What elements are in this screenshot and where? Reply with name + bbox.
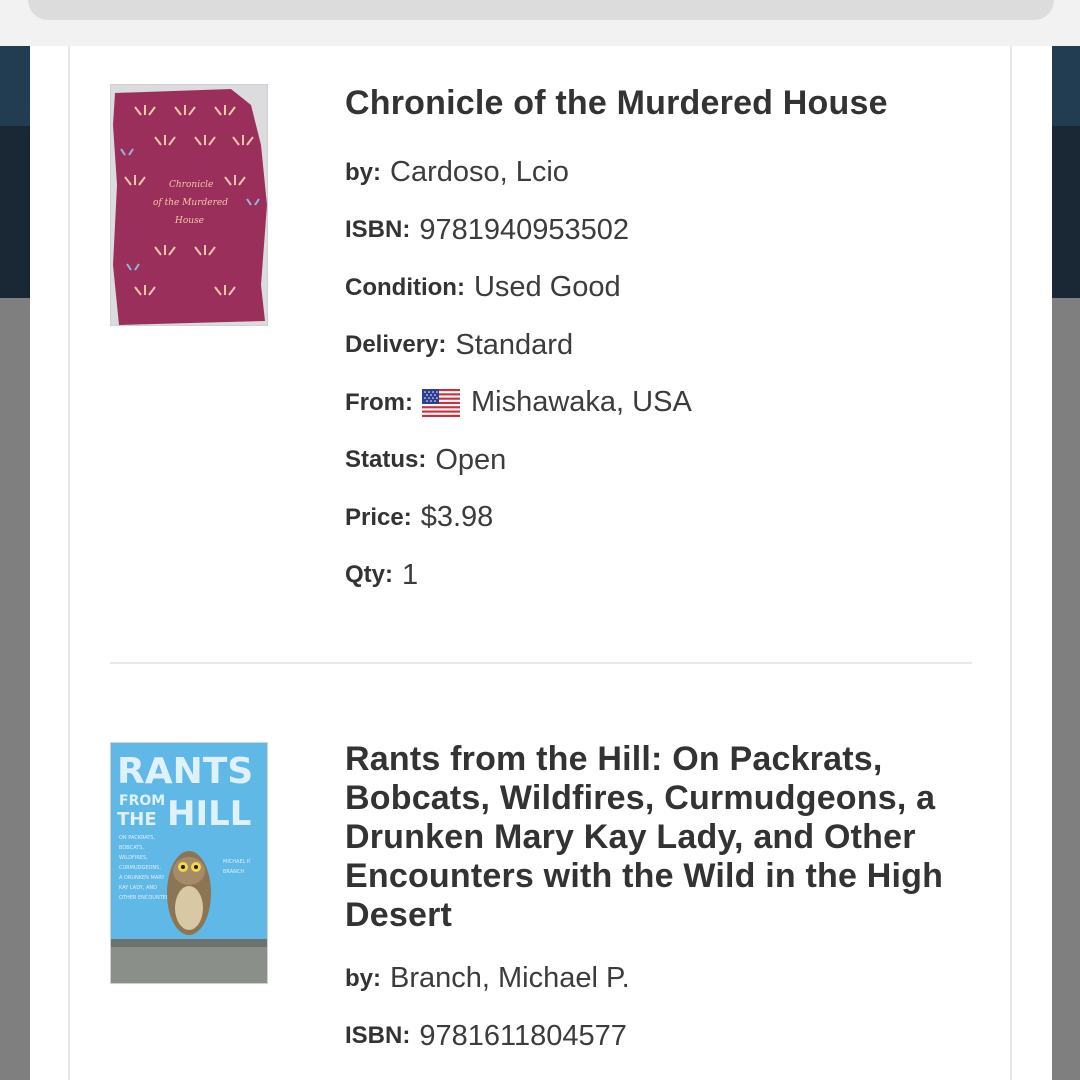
delivery-label: Delivery: [345,331,447,359]
price-row: Price: $3.98 [345,489,985,547]
order-list: Chronicle of the Murdered House Chronicl… [68,46,1012,1080]
cover-rants-art: RANTS FROM THE HILL ON PACKRATS, BOBCATS… [111,743,267,983]
order-details-modal: Chronicle of the Murdered House Chronicl… [30,46,1052,1080]
from-row: From: Mishawaka, USA [345,374,985,432]
svg-text:BRANCH: BRANCH [223,869,244,875]
order-details: Rants from the Hill: On Packrats, Bobcat… [345,740,985,1065]
svg-text:HILL: HILL [167,794,251,834]
condition-value: Used Good [473,271,621,304]
item-divider [110,662,972,664]
status-row: Status: Open [345,432,985,490]
isbn-row: ISBN: 9781611804577 [345,1008,985,1066]
author-label: by: [345,964,381,992]
author-label: by: [345,158,381,186]
book-cover-image[interactable]: RANTS FROM THE HILL ON PACKRATS, BOBCATS… [110,742,268,984]
author-row: by: Branch, Michael P. [345,950,985,1008]
isbn-label: ISBN: [345,1022,411,1050]
svg-text:RANTS: RANTS [117,751,253,792]
from-value: Mishawaka, USA [471,386,692,419]
svg-text:BOBCATS,: BOBCATS, [119,845,144,851]
qty-row: Qty: 1 [345,547,985,605]
status-value: Open [435,443,507,476]
author-value: Branch, Michael P. [390,962,630,995]
author-row: by: Cardoso, Lcio [345,144,985,202]
book-title-link[interactable]: Chronicle of the Murdered House [345,84,985,123]
author-value: Cardoso, Lcio [390,156,569,189]
svg-text:FROM: FROM [119,793,165,809]
isbn-value: 9781611804577 [419,1019,627,1052]
book-title-link[interactable]: Rants from the Hill: On Packrats, Bobcat… [345,740,985,935]
isbn-row: ISBN: 9781940953502 [345,202,985,260]
svg-text:ON PACKRATS,: ON PACKRATS, [119,835,156,841]
svg-text:of the Murdered: of the Murdered [153,198,228,208]
isbn-label: ISBN: [345,216,411,244]
price-value: $3.98 [420,501,494,534]
svg-text:A DRUNKEN MARY: A DRUNKEN MARY [119,875,165,881]
us-flag-icon [422,388,460,417]
status-label: Status: [345,446,427,474]
svg-text:THE: THE [117,809,157,830]
price-label: Price: [345,503,412,531]
qty-value: 1 [402,558,419,591]
delivery-value: Standard [455,328,574,361]
svg-text:KAY LADY, AND: KAY LADY, AND [119,885,157,891]
condition-label: Condition: [345,273,465,301]
book-cover-image[interactable]: Chronicle of the Murdered House [110,84,268,326]
order-details: Chronicle of the Murdered House by: Card… [345,84,985,604]
from-label: From: [345,388,413,416]
svg-text:MICHAEL P.: MICHAEL P. [223,859,251,865]
svg-text:WILDFIRES,: WILDFIRES, [119,855,148,861]
delivery-row: Delivery: Standard [345,317,985,375]
svg-text:OTHER ENCOUNTERS: OTHER ENCOUNTERS [119,895,173,901]
svg-text:CURMUDGEONS,: CURMUDGEONS, [119,865,161,871]
qty-label: Qty: [345,561,393,589]
cover-chronicle-art: Chronicle of the Murdered House [111,85,267,325]
svg-text:Chronicle: Chronicle [169,180,213,190]
browser-address-bar[interactable] [28,0,1054,20]
svg-text:House: House [174,216,204,226]
isbn-value: 9781940953502 [419,213,630,246]
condition-row: Condition: Used Good [345,259,985,317]
